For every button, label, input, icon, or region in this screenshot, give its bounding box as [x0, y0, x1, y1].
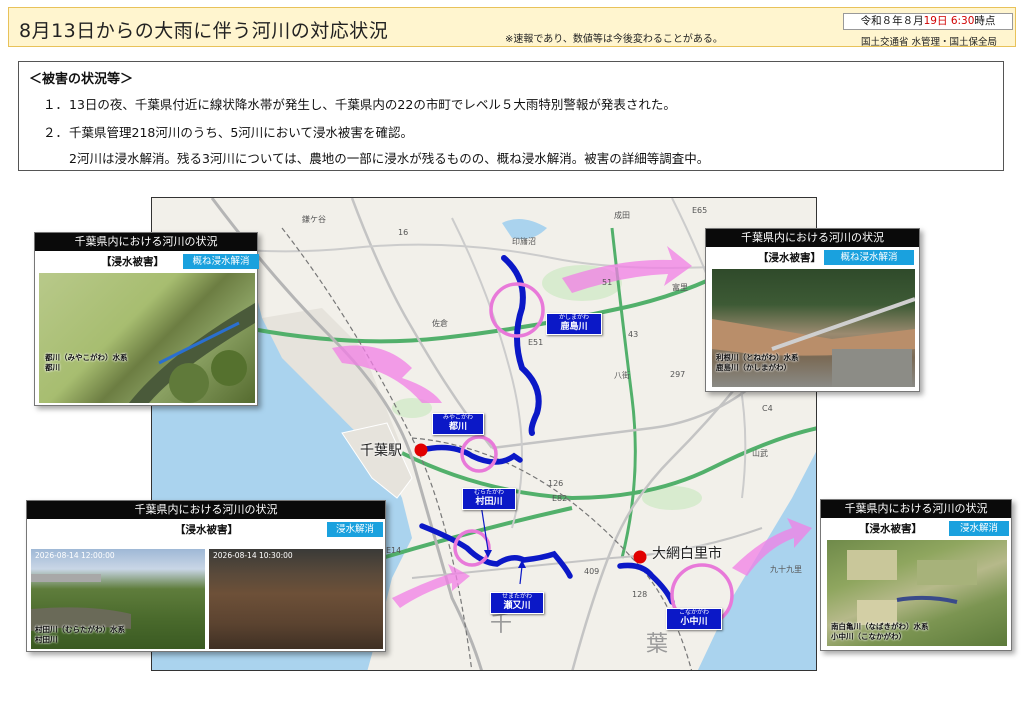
status-badge: 概ね浸水解消 — [824, 250, 914, 265]
caption-river: 小中川（こなかがわ） — [831, 632, 906, 641]
damage-item-number: ２． — [43, 125, 69, 140]
caption-system: 村田川（むらたがわ）水系 — [35, 625, 125, 634]
status-badge: 浸水解消 — [327, 522, 383, 537]
caption-system: 南白亀川（なばきがわ）水系 — [831, 622, 929, 631]
station-dot-chiba — [414, 443, 428, 457]
river-label-kashima[interactable]: かしまがわ 鹿島川 — [546, 313, 602, 335]
road-label: C4 — [762, 404, 773, 413]
caption-system: 利根川（とねがわ）水系 — [716, 353, 799, 362]
river-reading: むらたがわ — [473, 489, 504, 496]
photo-caption: 利根川（とねがわ）水系 鹿島川（かしまがわ） — [716, 353, 799, 373]
damage-item-text: 2河川は浸水解消。残る3河川については、農地の一部に浸水が残るものの、概ね浸水解… — [69, 151, 710, 166]
panel-subtitle: 【浸水被害】 — [175, 524, 238, 536]
river-name: 都川 — [448, 422, 467, 432]
label-pointer — [519, 565, 523, 585]
place-label: 八街 — [614, 371, 630, 380]
panel-subtitle: 【浸水被害】 — [758, 252, 821, 264]
report-date: 令和８年８月19日 6:30時点 — [843, 13, 1013, 30]
river-reading: みやこがわ — [442, 414, 473, 421]
photo-timestamp: 2026-08-14 12:00:00 — [35, 551, 115, 560]
photo-caption: 村田川（むらたがわ）水系 村田川 — [35, 625, 125, 645]
panel-subtitle: 【浸水被害】 — [859, 523, 922, 535]
page-title: 8月13日からの大雨に伴う河川の対応状況 — [19, 20, 389, 42]
caption-river: 村田川 — [35, 635, 58, 644]
river-name: 瀬又川 — [503, 601, 531, 611]
caption-river: 鹿島川（かしまがわ） — [716, 363, 791, 372]
panel-subtitle: 【浸水被害】 — [101, 256, 164, 268]
panel-title: 千葉県内における河川の状況 — [821, 500, 1011, 518]
photo-timestamp: 2026-08-14 10:30:00 — [213, 551, 293, 560]
road-label: 51 — [602, 278, 613, 287]
place-label: 九十九里 — [770, 565, 802, 574]
photo-caption: 南白亀川（なばきがわ）水系 小中川（こなかがわ） — [831, 622, 929, 642]
date-prefix: 令和８年８月 — [860, 15, 924, 27]
road-label: 43 — [628, 330, 639, 339]
river-reading: せまたがわ — [501, 593, 532, 600]
place-label: 鎌ケ谷 — [302, 215, 326, 224]
damage-heading: ＜被害の状況等＞ — [29, 72, 134, 87]
damage-item: ２．千葉県管理218河川のうち、5河川において浸水被害を確認。 — [43, 122, 413, 141]
date-day: 19日 — [923, 15, 948, 27]
photo-caption: 都川（みやこがわ）水系 都川 — [45, 353, 128, 373]
status-badge: 概ね浸水解消 — [183, 254, 259, 269]
road-label: 126 — [548, 479, 564, 488]
status-badge: 浸水解消 — [949, 521, 1009, 536]
river-photo: 利根川（とねがわ）水系 鹿島川（かしまがわ） — [712, 269, 915, 387]
river-name: 村田川 — [475, 497, 503, 507]
damage-item-number: １． — [43, 97, 69, 112]
station-label-oamishirasato: 大網白里市 — [652, 546, 722, 562]
date-suffix: 時点 — [974, 15, 996, 27]
panel-title: 千葉県内における河川の状況 — [27, 501, 385, 519]
river-reading: こなかがわ — [678, 609, 709, 616]
river-label-murata[interactable]: むらたがわ 村田川 — [462, 488, 516, 510]
river-label-konaka[interactable]: こなかがわ 小中川 — [666, 608, 722, 630]
road-label: E14 — [386, 546, 402, 555]
damage-item-text: 千葉県管理218河川のうち、5河川において浸水被害を確認。 — [69, 125, 413, 140]
road-label: 297 — [670, 370, 686, 379]
organization: 国土交通省 水管理・国土保全局 — [861, 37, 998, 48]
river-label-miyako[interactable]: みやこがわ 都川 — [432, 413, 484, 435]
photo-drawing — [129, 303, 255, 403]
station-dot-oamishirasato — [633, 550, 647, 564]
place-label-large: 葉 — [646, 632, 669, 657]
road-label: 16 — [398, 228, 409, 237]
river-photo: 2026-08-14 12:00:00 村田川（むらたがわ）水系 村田川 — [31, 549, 205, 649]
status-panel-murata: 千葉県内における河川の状況 【浸水被害】 浸水解消 2026-08-14 12:… — [26, 500, 386, 652]
river-photo: 南白亀川（なばきがわ）水系 小中川（こなかがわ） — [827, 540, 1007, 646]
highlight-murata — [453, 529, 491, 567]
river-name: 鹿島川 — [560, 322, 588, 332]
river-photo: 2026-08-14 10:30:00 — [209, 549, 383, 649]
road-label: 128 — [632, 590, 648, 599]
river-name: 小中川 — [680, 617, 708, 627]
place-label: 印旛沼 — [512, 237, 536, 246]
panel-title: 千葉県内における河川の状況 — [706, 229, 919, 247]
status-panel-kashima: 千葉県内における河川の状況 【浸水被害】 概ね浸水解消 利根川（とねがわ）水系 … — [705, 228, 920, 392]
status-panel-miyako: 千葉県内における河川の状況 【浸水被害】 概ね浸水解消 都川（みやこがわ）水系 … — [34, 232, 259, 406]
road-label: E82 — [552, 494, 568, 503]
river-label-semata[interactable]: せまたがわ 瀬又川 — [490, 592, 544, 614]
road-label: 409 — [584, 567, 600, 576]
date-time: 6:30 — [950, 15, 975, 27]
damage-item: １．13日の夜、千葉県付近に線状降水帯が発生し、千葉県内の22の市町でレベル５大… — [43, 94, 676, 113]
panel-title: 千葉県内における河川の状況 — [35, 233, 257, 251]
title-bar: 8月13日からの大雨に伴う河川の対応状況 ※速報であり、数値等は今後変わることが… — [8, 7, 1016, 48]
place-label: 成田 — [614, 211, 630, 220]
place-label: 佐倉 — [432, 319, 448, 328]
road-label: E65 — [692, 206, 708, 215]
caption-system: 都川（みやこがわ）水系 — [45, 353, 128, 362]
place-label: 山武 — [752, 449, 768, 458]
disclaimer-note: ※速報であり、数値等は今後変わることがある。 — [505, 34, 723, 45]
status-panel-konaka: 千葉県内における河川の状況 【浸水被害】 浸水解消 南白亀川（なばきがわ）水系 … — [820, 499, 1012, 651]
station-label-chiba: 千葉駅 — [360, 443, 402, 459]
damage-item: 2河川は浸水解消。残る3河川については、農地の一部に浸水が残るものの、概ね浸水解… — [43, 148, 709, 167]
caption-river: 都川 — [45, 363, 60, 372]
place-label: 富里 — [672, 283, 688, 292]
damage-summary: ＜被害の状況等＞ １．13日の夜、千葉県付近に線状降水帯が発生し、千葉県内の22… — [18, 61, 1004, 171]
damage-item-text: 13日の夜、千葉県付近に線状降水帯が発生し、千葉県内の22の市町でレベル５大雨特… — [69, 97, 676, 112]
road-label: E51 — [528, 338, 544, 347]
river-photo: 都川（みやこがわ）水系 都川 — [39, 273, 255, 403]
river-reading: かしまがわ — [558, 314, 589, 321]
